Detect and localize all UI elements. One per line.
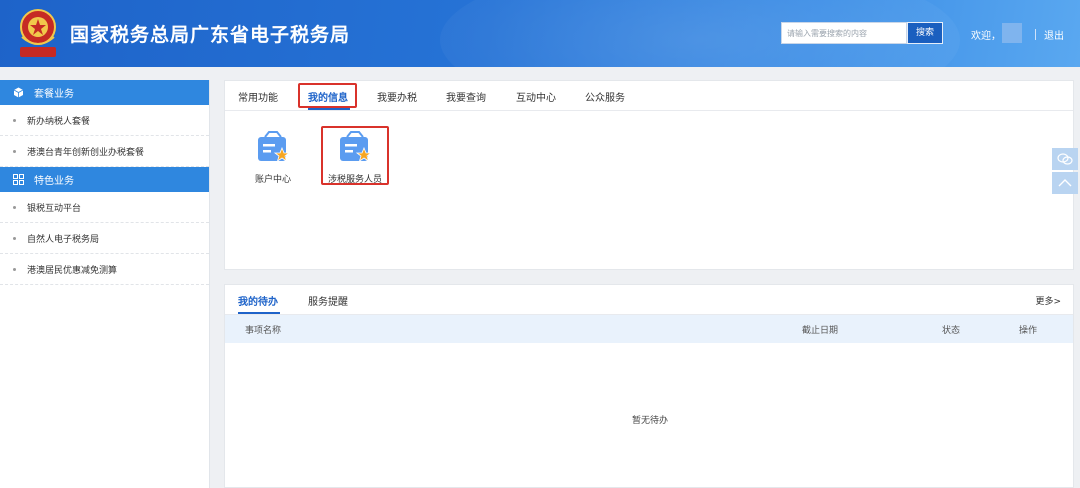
search-input[interactable] xyxy=(781,22,907,44)
more-link[interactable]: 更多> xyxy=(1035,294,1061,307)
app-account-center[interactable]: 账户中心 xyxy=(238,131,308,185)
account-card-icon xyxy=(258,131,291,162)
sidebar: 套餐业务 新办纳税人套餐 港澳台青年创新创业办税套餐 特色业务 银税互动平台 自… xyxy=(0,80,210,488)
search-button[interactable]: 搜索 xyxy=(907,22,943,44)
function-panel: 常用功能 我的信息 我要办税 我要查询 互动中心 公众服务 账户中心 涉税服务人… xyxy=(224,80,1074,270)
header-divider xyxy=(1035,29,1036,40)
sidebar-item-natural-person-etax[interactable]: 自然人电子税务局 xyxy=(0,223,209,254)
column-action: 操作 xyxy=(1019,326,1038,336)
sidebar-item-label: 自然人电子税务局 xyxy=(27,234,100,245)
tab-my-todo[interactable]: 我的待办 xyxy=(238,293,278,308)
redacted-username xyxy=(1002,23,1022,43)
app-label: 账户中心 xyxy=(254,175,291,185)
header-bar: 国家税务总局广东省电子税务局 搜索 欢迎， 退出 xyxy=(0,0,1080,67)
bullet-icon xyxy=(13,236,16,240)
sidebar-item-label: 银税互动平台 xyxy=(27,203,82,214)
column-status: 状态 xyxy=(942,326,961,336)
tab-query[interactable]: 我要查询 xyxy=(446,89,486,104)
tab-service-reminder[interactable]: 服务提醒 xyxy=(308,293,348,308)
empty-state-text: 暂无待办 xyxy=(631,416,668,426)
tax-emblem-icon xyxy=(20,9,56,57)
todo-panel: 我的待办 服务提醒 更多> 事项名称 截止日期 状态 操作 暂无待办 xyxy=(224,284,1074,488)
package-icon xyxy=(13,87,24,98)
chat-icon[interactable] xyxy=(1052,148,1078,170)
column-item-name: 事项名称 xyxy=(245,326,282,336)
main-tabs: 常用功能 我的信息 我要办税 我要查询 互动中心 公众服务 xyxy=(225,81,1073,111)
sidebar-item-label: 港澳台青年创新创业办税套餐 xyxy=(27,147,145,158)
bullet-icon xyxy=(13,205,16,209)
app-highlight-box xyxy=(321,126,389,185)
todo-tabs: 我的待办 服务提醒 更多> xyxy=(225,285,1073,315)
bullet-icon xyxy=(13,118,16,122)
tab-public-service[interactable]: 公众服务 xyxy=(585,89,625,104)
tab-tax-handling[interactable]: 我要办税 xyxy=(377,89,417,104)
back-to-top-icon[interactable] xyxy=(1052,172,1078,194)
sidebar-category-label: 套餐业务 xyxy=(34,89,74,100)
tab-highlight-box xyxy=(298,83,357,108)
logout-link[interactable]: 退出 xyxy=(1044,27,1064,42)
column-deadline: 截止日期 xyxy=(802,326,839,336)
grid-icon xyxy=(13,174,24,185)
todo-table-header: 事项名称 截止日期 状态 操作 xyxy=(225,315,1073,343)
sidebar-item-hmt-youth-package[interactable]: 港澳台青年创新创业办税套餐 xyxy=(0,136,209,167)
sidebar-item-hm-resident-calc[interactable]: 港澳居民优惠减免测算 xyxy=(0,254,209,285)
sidebar-category-package[interactable]: 套餐业务 xyxy=(0,80,209,105)
tab-interaction-center[interactable]: 互动中心 xyxy=(516,89,556,104)
sidebar-item-bank-tax-platform[interactable]: 银税互动平台 xyxy=(0,192,209,223)
sidebar-item-new-taxpayer-package[interactable]: 新办纳税人套餐 xyxy=(0,105,209,136)
sidebar-item-label: 港澳居民优惠减免测算 xyxy=(27,265,118,276)
site-title: 国家税务总局广东省电子税务局 xyxy=(70,24,351,46)
tab-common-functions[interactable]: 常用功能 xyxy=(238,89,278,104)
bullet-icon xyxy=(13,149,16,153)
sidebar-item-label: 新办纳税人套餐 xyxy=(27,116,91,127)
sidebar-category-label: 特色业务 xyxy=(34,176,74,187)
active-tab-underline xyxy=(238,312,280,314)
bullet-icon xyxy=(13,267,16,271)
sidebar-category-special[interactable]: 特色业务 xyxy=(0,167,209,192)
welcome-text: 欢迎， xyxy=(971,31,1001,42)
active-tab-underline xyxy=(308,108,350,110)
